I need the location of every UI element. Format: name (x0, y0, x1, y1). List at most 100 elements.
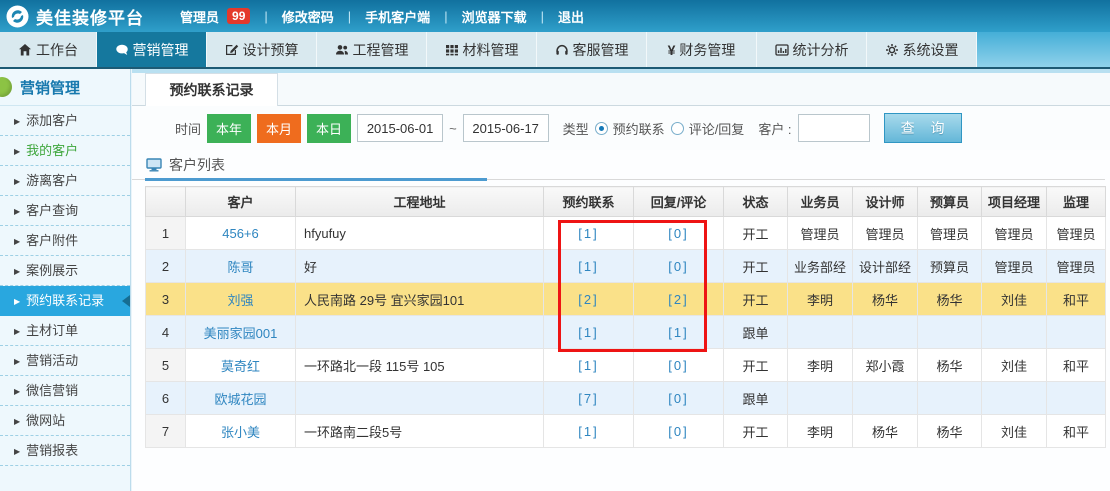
appointment-count-link[interactable]: [1] (578, 259, 598, 274)
customer-link[interactable]: 陈哥 (227, 260, 253, 275)
notification-badge[interactable]: 99 (227, 8, 250, 24)
appointment-count-link[interactable]: [1] (578, 325, 598, 340)
monitor-icon (146, 158, 162, 172)
tab-finance[interactable]: ¥ 财务管理 (647, 32, 757, 67)
reply-count-link[interactable]: [1] (668, 325, 688, 340)
tab-marketing[interactable]: 营销管理 (97, 32, 207, 67)
reply-count-link[interactable]: [0] (668, 424, 688, 439)
date-to-input[interactable] (463, 114, 549, 142)
appointment-count-link[interactable]: [2] (578, 292, 598, 307)
headset-icon (555, 43, 569, 57)
menu-separator: | (541, 9, 544, 24)
page: 美佳装修平台 管理员 99 | 修改密码 | 手机客户端 | 浏览器下载 | 退… (0, 0, 1110, 491)
customer-link[interactable]: 张小美 (221, 425, 260, 440)
reply-count-link[interactable]: [0] (668, 226, 688, 241)
home-icon (18, 43, 32, 57)
sidebar-title: 营销管理 (0, 69, 130, 106)
sidebar-item-case-show[interactable]: 案例展示 (0, 256, 130, 286)
sidebar-item-micro-site[interactable]: 微网站 (0, 406, 130, 436)
edit-icon (225, 43, 239, 57)
col-customer: 客户 (186, 187, 296, 217)
table-row: 2 陈哥 好 [1] [0] 开工 业务部经 设计部经 预算员 管理员 管理员 (146, 250, 1106, 283)
sidebar-item-free-customers[interactable]: 游离客户 (0, 166, 130, 196)
sidebar-item-material-orders[interactable]: 主材订单 (0, 316, 130, 346)
change-password-link[interactable]: 修改密码 (282, 7, 334, 26)
mobile-client-link[interactable]: 手机客户端 (365, 7, 430, 26)
radio-appointment[interactable]: 预约联系 (595, 119, 665, 138)
col-status: 状态 (724, 187, 788, 217)
table-row: 5 莫奇红 一环路北一段 115号 105 [1] [0] 开工 李明 郑小霞 … (146, 349, 1106, 382)
tab-design-budget[interactable]: 设计预算 (207, 32, 317, 67)
tab-materials[interactable]: 材料管理 (427, 32, 537, 67)
col-sales: 业务员 (788, 187, 853, 217)
col-appointment: 预约联系 (544, 187, 634, 217)
customer-link[interactable]: 莫奇红 (221, 359, 260, 374)
browser-download-link[interactable]: 浏览器下载 (462, 7, 527, 26)
sidebar-item-wechat-marketing[interactable]: 微信营销 (0, 376, 130, 406)
user-menu[interactable]: 管理员 (180, 7, 219, 26)
chat-icon (115, 43, 129, 57)
appointment-count-link[interactable]: [1] (578, 424, 598, 439)
topbar-menu: 管理员 99 | 修改密码 | 手机客户端 | 浏览器下载 | 退出 (180, 7, 584, 26)
sidebar-item-appointment-records[interactable]: 预约联系记录 (0, 286, 130, 316)
type-label: 类型 (563, 119, 589, 138)
today-button[interactable]: 本日 (307, 114, 351, 143)
customer-search-input[interactable] (798, 114, 870, 142)
tab-workbench[interactable]: 工作台 (0, 32, 97, 67)
logout-link[interactable]: 退出 (558, 7, 584, 26)
tab-customer-service[interactable]: 客服管理 (537, 32, 647, 67)
search-button[interactable]: 查 询 (884, 113, 962, 143)
col-reply: 回复/评论 (634, 187, 724, 217)
content-panel: 预约联系记录 时间 本年 本月 本日 ~ 类型 预约联系 评论/回复 客户 : … (132, 69, 1110, 491)
logo-icon (6, 5, 29, 28)
reply-count-link[interactable]: [0] (668, 391, 688, 406)
col-num (146, 187, 186, 217)
date-separator: ~ (449, 121, 457, 136)
customer-link[interactable]: 美丽家园001 (204, 326, 278, 341)
reply-count-link[interactable]: [0] (668, 259, 688, 274)
sidebar-item-marketing-reports[interactable]: 营销报表 (0, 436, 130, 466)
gear-icon (885, 43, 899, 57)
tab-engineering[interactable]: 工程管理 (317, 32, 427, 67)
customer-link[interactable]: 欧城花园 (214, 392, 266, 407)
sidebar-item-add-customer[interactable]: 添加客户 (0, 106, 130, 136)
tab-statistics[interactable]: 统计分析 (757, 32, 867, 67)
customer-table: 客户 工程地址 预约联系 回复/评论 状态 业务员 设计师 预算员 项目经理 监… (145, 186, 1106, 448)
this-year-button[interactable]: 本年 (207, 114, 251, 143)
menu-separator: | (348, 9, 351, 24)
appointment-count-link[interactable]: [7] (578, 391, 598, 406)
table-row: 1 456+6 hfyufuy [1] [0] 开工 管理员 管理员 管理员 管… (146, 217, 1106, 250)
table-row: 7 张小美 一环路南二段5号 [1] [0] 开工 李明 杨华 杨华 刘佳 和平 (146, 415, 1106, 448)
radio-comment-reply[interactable]: 评论/回复 (671, 119, 745, 138)
tab-appointment-records[interactable]: 预约联系记录 (145, 73, 278, 106)
menu-separator: | (444, 9, 447, 24)
reply-count-link[interactable]: [0] (668, 358, 688, 373)
date-from-input[interactable] (357, 114, 443, 142)
filter-bar: 时间 本年 本月 本日 ~ 类型 预约联系 评论/回复 客户 : 查 询 (132, 106, 1110, 150)
table-row: 4 美丽家园001 [1] [1] 跟单 (146, 316, 1106, 349)
sidebar-item-customer-files[interactable]: 客户附件 (0, 226, 130, 256)
radio-selected-icon (595, 122, 608, 135)
col-supervisor: 监理 (1047, 187, 1106, 217)
this-month-button[interactable]: 本月 (257, 114, 301, 143)
grid-icon (445, 43, 459, 57)
appointment-count-link[interactable]: [1] (578, 358, 598, 373)
module-icon (0, 77, 12, 97)
section-header: 客户列表 (132, 150, 1105, 180)
chart-icon (775, 43, 789, 57)
tab-system-settings[interactable]: 系统设置 (867, 32, 977, 67)
sidebar: 营销管理 添加客户 我的客户 游离客户 客户查询 客户附件 案例展示 预约联系记… (0, 69, 131, 491)
col-pm: 项目经理 (982, 187, 1047, 217)
sidebar-item-marketing-activities[interactable]: 营销活动 (0, 346, 130, 376)
time-label: 时间 (175, 119, 201, 138)
menu-separator: | (264, 9, 267, 24)
customer-table-wrap: 客户 工程地址 预约联系 回复/评论 状态 业务员 设计师 预算员 项目经理 监… (132, 180, 1110, 448)
section-underline (145, 178, 487, 181)
table-row-highlighted: 3 刘强 人民南路 29号 宜兴家园101 [2] [2] 开工 李明 杨华 杨… (146, 283, 1106, 316)
sidebar-item-my-customers[interactable]: 我的客户 (0, 136, 130, 166)
customer-link[interactable]: 刘强 (227, 293, 253, 308)
sidebar-item-customer-search[interactable]: 客户查询 (0, 196, 130, 226)
customer-link[interactable]: 456+6 (222, 226, 259, 241)
appointment-count-link[interactable]: [1] (578, 226, 598, 241)
reply-count-link[interactable]: [2] (668, 292, 688, 307)
